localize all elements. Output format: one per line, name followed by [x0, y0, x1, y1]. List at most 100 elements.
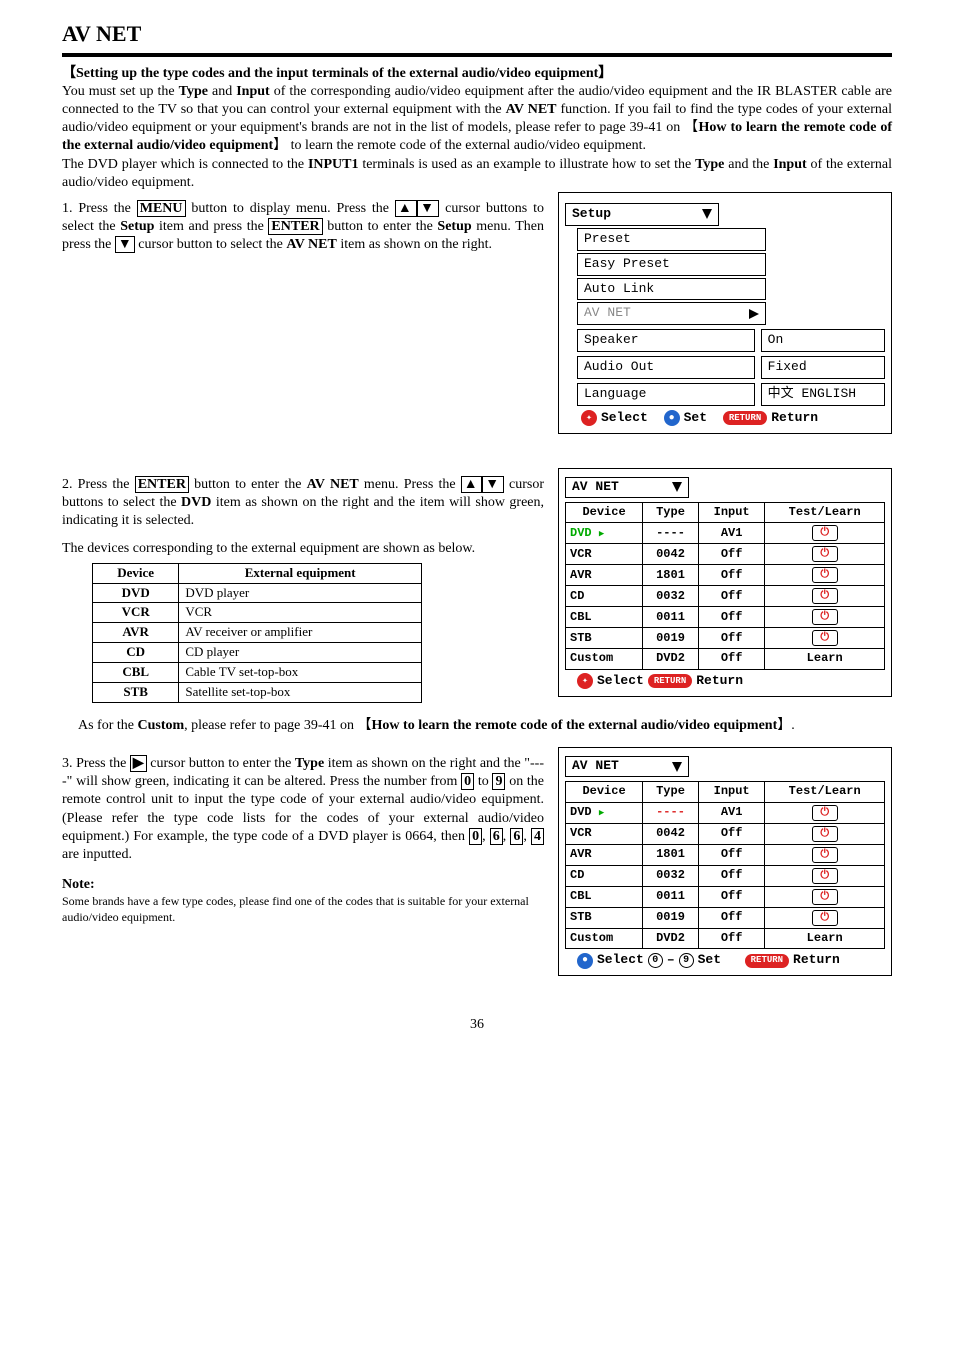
power-icon[interactable]: ⏻ [812, 525, 838, 541]
table-row: DVDDVD player [93, 583, 422, 603]
menu-label: Auto Link [584, 281, 654, 298]
setup-osd-title: Setup [565, 203, 719, 226]
menu-value-audio-out: Fixed [761, 356, 885, 379]
power-icon[interactable]: ⏻ [812, 588, 838, 604]
custom-note: As for the Custom, please refer to page … [78, 717, 892, 735]
note-heading: Note: [62, 876, 552, 894]
table-row[interactable]: DVD ▶ ---- AV1 ⏻ [566, 523, 885, 544]
note-body: Some brands have a few type codes, pleas… [62, 894, 552, 925]
table-row[interactable]: CustomDVD2OffLearn [566, 928, 885, 949]
setup-osd: Setup Preset Easy Preset Auto Link AV NE… [558, 192, 892, 434]
power-icon[interactable]: ⏻ [812, 868, 838, 884]
avnet-osd-footer-1: ✦ Select RETURN Return [565, 673, 885, 690]
step-3: 3. Press the ▶ cursor button to enter th… [62, 755, 552, 864]
avnet-osd-footer-2: ● Select0–9 Set RETURN Return [565, 952, 885, 969]
table-row[interactable]: VCR0042Off⏻ [566, 544, 885, 565]
menu-label: Language [584, 386, 646, 403]
setup-title-text: Setup [572, 206, 611, 223]
avnet-osd-1: AV NET Device Type Input Test/Learn DVD … [558, 468, 892, 697]
col-device: Device [566, 781, 643, 802]
menu-label: AV NET [584, 305, 631, 322]
footer-return: Return [771, 410, 818, 427]
menu-item-preset[interactable]: Preset [577, 228, 766, 251]
power-icon[interactable]: ⏻ [812, 630, 838, 646]
col-test: Test/Learn [765, 502, 885, 523]
digit-0-icon: 0 [648, 953, 663, 968]
triangle-down-icon [702, 209, 712, 219]
intro-text: You must set up the Type and Input of th… [62, 83, 892, 156]
table-row[interactable]: AVR1801Off⏻ [566, 844, 885, 865]
intro-text-2: The DVD player which is connected to the… [62, 156, 892, 192]
table-row[interactable]: AVR1801Off⏻ [566, 565, 885, 586]
power-icon[interactable]: ⏻ [812, 910, 838, 926]
col-input: Input [698, 781, 764, 802]
cell-device: DVD [570, 526, 592, 540]
footer-set: Set [684, 410, 707, 427]
step-2a: 2. Press the ENTER button to enter the A… [62, 476, 552, 531]
table-row[interactable]: STB0019Off⏻ [566, 628, 885, 649]
power-icon[interactable]: ⏻ [812, 889, 838, 905]
device-ext-table: DeviceExternal equipment DVDDVD player V… [92, 563, 422, 703]
setup-osd-footer: ✦ Select ● Set RETURN Return [565, 410, 885, 427]
page-number: 36 [62, 1016, 892, 1034]
avnet-osd-title: AV NET [565, 477, 689, 498]
triangle-down-icon [672, 762, 682, 772]
page-title: AV NET [62, 20, 892, 49]
table-row[interactable]: VCR0042Off⏻ [566, 823, 885, 844]
menu-item-auto-link[interactable]: Auto Link [577, 278, 766, 301]
table-row[interactable]: CBL0011Off⏻ [566, 886, 885, 907]
step-2b: The devices corresponding to the externa… [62, 540, 552, 558]
menu-item-speaker[interactable]: Speaker [577, 329, 755, 352]
enter-icon: ● [664, 410, 680, 426]
col-ext: External equipment [179, 563, 422, 583]
avnet-osd-2: AV NET Device Type Input Test/Learn DVD … [558, 747, 892, 976]
menu-item-avnet[interactable]: AV NET [577, 302, 766, 325]
triangle-right-icon: ▶ [599, 529, 604, 539]
col-device: Device [566, 502, 643, 523]
rule [62, 53, 892, 57]
power-icon[interactable]: ⏻ [812, 847, 838, 863]
menu-label: Easy Preset [584, 256, 670, 273]
cell-type: ---- [643, 523, 699, 544]
triangle-down-icon [672, 482, 682, 492]
digit-9-icon: 9 [679, 953, 694, 968]
cell-type: ---- [656, 805, 685, 819]
table-row[interactable]: CD0032Off⏻ [566, 586, 885, 607]
menu-label: Speaker [584, 332, 639, 349]
menu-value-language: 中文 ENGLISH [761, 383, 885, 406]
power-icon[interactable]: ⏻ [812, 546, 838, 562]
power-icon[interactable]: ⏻ [812, 805, 838, 821]
table-row: VCRVCR [93, 603, 422, 623]
table-row[interactable]: CD0032Off⏻ [566, 865, 885, 886]
return-pill-icon: RETURN [723, 411, 767, 425]
menu-item-audio-out[interactable]: Audio Out [577, 356, 755, 379]
avnet-osd-title: AV NET [565, 756, 689, 777]
table-row[interactable]: CBL0011Off⏻ [566, 607, 885, 628]
table-row: AVRAV receiver or amplifier [93, 623, 422, 643]
table-row: CDCD player [93, 643, 422, 663]
section-heading: 【Setting up the type codes and the input… [62, 65, 892, 83]
menu-item-easy-preset[interactable]: Easy Preset [577, 253, 766, 276]
table-row[interactable]: STB0019Off⏻ [566, 907, 885, 928]
return-pill-icon: RETURN [648, 674, 692, 688]
menu-value-speaker: On [761, 329, 885, 352]
cell-device: DVD [570, 805, 592, 819]
return-pill-icon: RETURN [745, 954, 789, 968]
triangle-right-icon [749, 309, 759, 319]
step-1: 1. Press the MENU button to display menu… [62, 200, 552, 255]
power-icon[interactable]: ⏻ [812, 826, 838, 842]
cell-input: AV1 [698, 523, 764, 544]
power-icon[interactable]: ⏻ [812, 567, 838, 583]
menu-item-language[interactable]: Language [577, 383, 755, 406]
col-type: Type [643, 502, 699, 523]
col-test: Test/Learn [765, 781, 885, 802]
col-type: Type [643, 781, 699, 802]
menu-label: Preset [584, 231, 631, 248]
menu-label: Audio Out [584, 359, 654, 376]
table-row[interactable]: CustomDVD2OffLearn [566, 649, 885, 670]
col-device: Device [93, 563, 179, 583]
table-row: CBLCable TV set-top-box [93, 663, 422, 683]
table-row[interactable]: DVD ▶ ---- AV1 ⏻ [566, 802, 885, 823]
joystick-icon: ✦ [577, 673, 593, 689]
power-icon[interactable]: ⏻ [812, 609, 838, 625]
